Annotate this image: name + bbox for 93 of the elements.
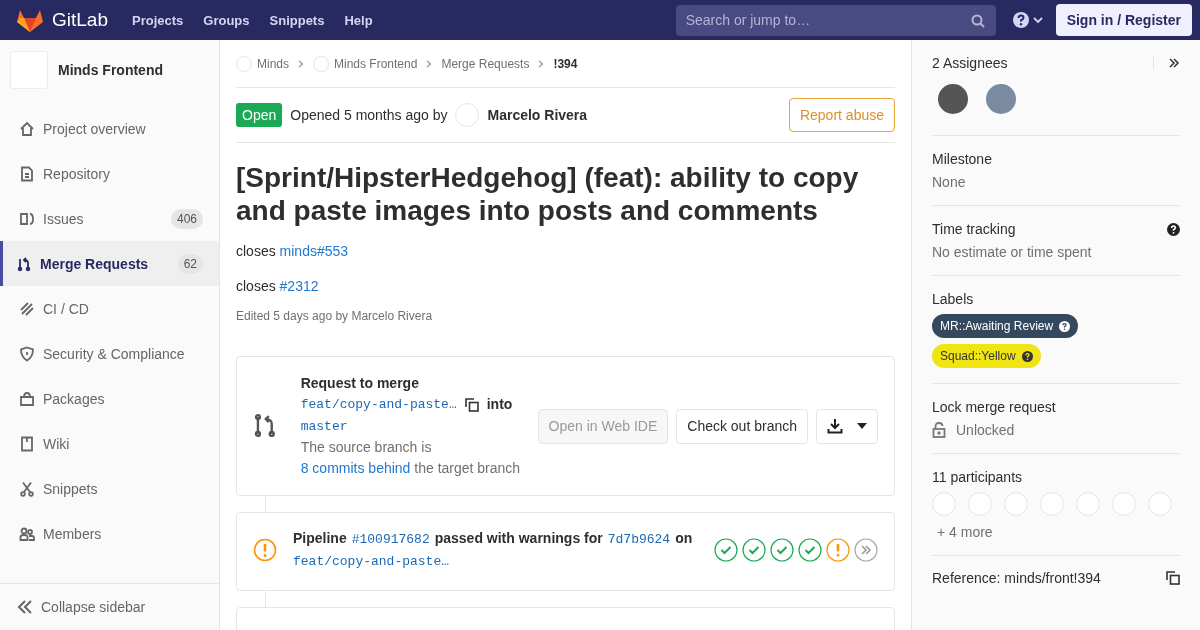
people-icon	[19, 525, 35, 542]
sidebar-item[interactable]: Repository	[0, 151, 219, 196]
download-dropdown-button[interactable]	[816, 408, 878, 444]
double-chevron-right-icon[interactable]	[1168, 57, 1180, 69]
unlocked-padlock-icon	[932, 422, 946, 438]
target-branch-link[interactable]: master	[300, 419, 348, 434]
chevron-right-icon	[538, 59, 545, 68]
branch-behind-note: The source branch is 8 commits behind the target branch	[300, 438, 522, 478]
nav-link[interactable]: Projects	[122, 12, 194, 28]
sidebar-item[interactable]: Snippets	[0, 466, 219, 511]
sidebar-item[interactable]: Issues 406	[0, 196, 219, 241]
search-field[interactable]: Search or jump to…	[675, 4, 996, 36]
chevron-right-icon	[426, 59, 433, 68]
reference-text: Reference: minds/front!394	[932, 570, 1101, 586]
warning-status-icon	[253, 538, 277, 562]
stage-passed-icon[interactable]	[742, 538, 766, 562]
sidebar-item[interactable]: Wiki	[0, 421, 219, 466]
sign-in-button[interactable]: Sign in / Register	[1055, 4, 1192, 36]
lock-label: Lock merge request	[932, 398, 1057, 416]
brand-name[interactable]: GitLab	[52, 9, 108, 31]
status-badge: Open	[236, 103, 283, 127]
more-participants-link[interactable]: + 4 more	[937, 524, 993, 540]
chevron-right-icon	[298, 59, 304, 68]
help-icon[interactable]	[1059, 320, 1071, 332]
source-branch-link[interactable]: feat/copy-and-paste…	[300, 394, 457, 415]
opened-text: Opened 5 months ago by	[290, 107, 448, 123]
pipeline-id-link[interactable]: #100917682	[351, 529, 430, 550]
issue-link[interactable]: minds#553	[279, 243, 349, 259]
issue-link[interactable]: #2312	[279, 278, 319, 294]
lock-status: Unlocked	[956, 422, 1015, 438]
time-tracking-value: No estimate or time spent	[932, 244, 1093, 260]
count-badge: 406	[170, 208, 203, 229]
pipeline-branch-link[interactable]: feat/copy-and-paste…	[293, 554, 450, 569]
label-tag[interactable]: MR::Awaiting Review	[932, 314, 1079, 338]
assignee-avatar[interactable]	[938, 84, 968, 114]
double-chevron-left-icon	[17, 600, 33, 614]
shield-icon	[19, 345, 35, 362]
copy-icon[interactable]	[464, 397, 479, 412]
commits-behind-link[interactable]: 8 commits behind	[300, 460, 411, 476]
checkout-branch-button[interactable]: Check out branch	[676, 408, 808, 444]
house-icon	[19, 120, 35, 137]
labels-label: Labels	[932, 290, 975, 308]
help-icon[interactable]	[1167, 222, 1180, 236]
stage-warning-icon[interactable]	[826, 538, 850, 562]
request-to-merge-heading: Request to merge	[300, 374, 420, 393]
edited-note: Edited 5 days ago by Marcelo Rivera	[236, 309, 434, 323]
commit-sha-link[interactable]: 7d7b9624	[607, 529, 671, 550]
sidebar-item[interactable]: CI / CD	[0, 286, 219, 331]
download-icon	[827, 418, 843, 434]
sidebar-item[interactable]: Members	[0, 511, 219, 556]
help-icon[interactable]	[1021, 350, 1033, 362]
nav-link[interactable]: Help	[334, 12, 383, 28]
description-line: closes minds#553	[236, 243, 350, 259]
count-badge: 62	[177, 253, 203, 274]
pipeline-status-text: passed with warnings for	[434, 529, 603, 548]
book-icon	[19, 435, 35, 452]
sidebar-item[interactable]: Security & Compliance	[0, 331, 219, 376]
pipeline-label: Pipeline	[293, 529, 347, 548]
breadcrumb-link[interactable]: Merge Requests	[441, 56, 530, 71]
on-label: on	[675, 529, 693, 548]
merge-request-icon	[16, 255, 32, 272]
nav-link[interactable]: Groups	[193, 12, 260, 28]
sidebar-item[interactable]: Merge Requests 62	[0, 241, 219, 286]
breadcrumb-link[interactable]: !394	[553, 56, 578, 71]
stage-passed-icon[interactable]	[714, 538, 738, 562]
breadcrumb-link[interactable]: Minds Frontend	[334, 56, 418, 71]
stage-passed-icon[interactable]	[798, 538, 822, 562]
into-label: into	[486, 395, 513, 414]
merge-request-icon	[253, 413, 277, 439]
project-name[interactable]: Minds Frontend	[58, 62, 163, 78]
sidebar-item[interactable]: Project overview	[0, 106, 219, 151]
participants-label: 11 participants	[932, 468, 1023, 486]
time-tracking-label: Time tracking	[932, 220, 1016, 238]
sidebar-item[interactable]: Packages	[0, 376, 219, 421]
copy-icon[interactable]	[1166, 571, 1180, 585]
merge-request-title: [Sprint/HipsterHedgehog] (feat): ability to copy and paste images into posts and comments	[236, 161, 860, 227]
issues-icon	[19, 210, 35, 227]
search-icon	[970, 13, 985, 28]
assignees-label: 2 Assignees	[932, 54, 1008, 72]
label-tag[interactable]: Squad::Yellow	[932, 344, 1041, 368]
breadcrumb-link[interactable]: Minds	[257, 56, 289, 71]
author-link[interactable]: Marcelo Rivera	[487, 107, 588, 123]
milestone-label: Milestone	[932, 150, 993, 168]
scissors-icon	[19, 480, 35, 497]
description-line: closes #2312	[236, 278, 320, 294]
bag-icon	[19, 390, 35, 407]
caret-down-icon	[857, 423, 867, 429]
assignee-avatar[interactable]	[986, 84, 1016, 114]
help-dropdown-icon[interactable]	[1011, 11, 1046, 29]
document-icon	[19, 165, 35, 182]
stage-passed-icon[interactable]	[770, 538, 794, 562]
milestone-value: None	[932, 174, 967, 190]
nav-link[interactable]: Snippets	[259, 12, 335, 28]
